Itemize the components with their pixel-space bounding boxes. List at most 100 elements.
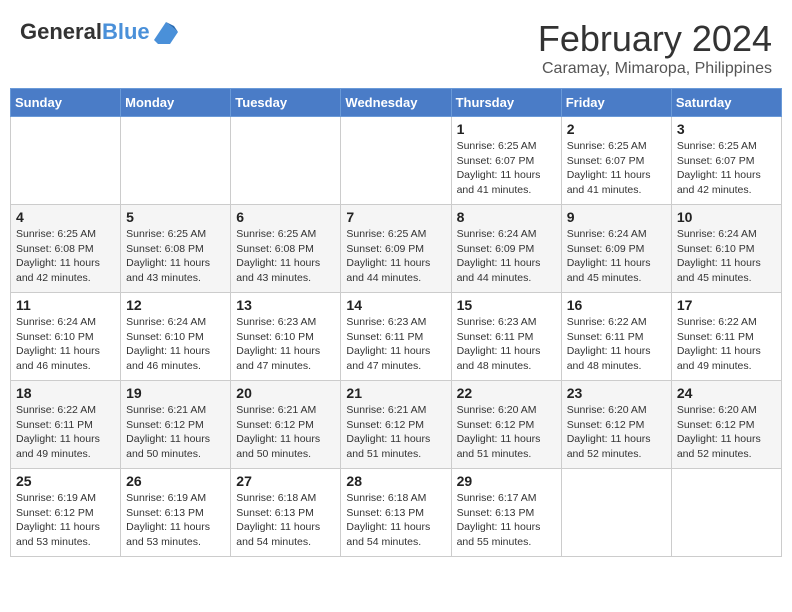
day-number: 6 [236, 209, 335, 225]
day-of-week-header: Wednesday [341, 89, 451, 117]
day-of-week-header: Sunday [11, 89, 121, 117]
day-number: 12 [126, 297, 225, 313]
day-info: Sunrise: 6:19 AM Sunset: 6:13 PM Dayligh… [126, 491, 225, 550]
page-header: GeneralBlue February 2024 Caramay, Mimar… [10, 10, 782, 82]
day-number: 13 [236, 297, 335, 313]
calendar-cell: 16Sunrise: 6:22 AM Sunset: 6:11 PM Dayli… [561, 293, 671, 381]
calendar-cell [121, 117, 231, 205]
day-info: Sunrise: 6:25 AM Sunset: 6:08 PM Dayligh… [16, 227, 115, 286]
day-info: Sunrise: 6:20 AM Sunset: 6:12 PM Dayligh… [457, 403, 556, 462]
calendar-week-row: 1 Sunrise: 6:25 AM Sunset: 6:07 PM Daylig… [11, 117, 782, 205]
calendar-cell: 20 Sunrise: 6:21 AM Sunset: 6:12 PM Dayli… [231, 381, 341, 469]
calendar-cell: 24 Sunrise: 6:20 AM Sunset: 6:12 PM Dayli… [671, 381, 781, 469]
day-number: 28 [346, 473, 445, 489]
logo-text-blue: Blue [102, 19, 150, 44]
day-of-week-header: Friday [561, 89, 671, 117]
day-number: 4 [16, 209, 115, 225]
day-info: Sunrise: 6:24 AM Sunset: 6:09 PM Dayligh… [457, 227, 556, 286]
day-number: 26 [126, 473, 225, 489]
day-number: 16 [567, 297, 666, 313]
day-number: 2 [567, 121, 666, 137]
day-info: Sunrise: 6:21 AM Sunset: 6:12 PM Dayligh… [236, 403, 335, 462]
calendar-cell: 12 Sunrise: 6:24 AM Sunset: 6:10 PM Dayli… [121, 293, 231, 381]
day-number: 22 [457, 385, 556, 401]
calendar-cell: 7 Sunrise: 6:25 AM Sunset: 6:09 PM Daylig… [341, 205, 451, 293]
day-number: 20 [236, 385, 335, 401]
day-info: Sunrise: 6:19 AM Sunset: 6:12 PM Dayligh… [16, 491, 115, 550]
day-number: 7 [346, 209, 445, 225]
calendar-table: SundayMondayTuesdayWednesdayThursdayFrid… [10, 88, 782, 557]
day-number: 19 [126, 385, 225, 401]
calendar-week-row: 4 Sunrise: 6:25 AM Sunset: 6:08 PM Daylig… [11, 205, 782, 293]
day-info: Sunrise: 6:24 AM Sunset: 6:09 PM Dayligh… [567, 227, 666, 286]
day-info: Sunrise: 6:23 AM Sunset: 6:10 PM Dayligh… [236, 315, 335, 374]
day-number: 18 [16, 385, 115, 401]
day-info: Sunrise: 6:18 AM Sunset: 6:13 PM Dayligh… [236, 491, 335, 550]
day-number: 1 [457, 121, 556, 137]
calendar-cell: 22 Sunrise: 6:20 AM Sunset: 6:12 PM Dayli… [451, 381, 561, 469]
calendar-cell: 29 Sunrise: 6:17 AM Sunset: 6:13 PM Dayli… [451, 469, 561, 557]
day-number: 29 [457, 473, 556, 489]
day-info: Sunrise: 6:24 AM Sunset: 6:10 PM Dayligh… [16, 315, 115, 374]
calendar-cell: 3 Sunrise: 6:25 AM Sunset: 6:07 PM Daylig… [671, 117, 781, 205]
calendar-cell [561, 469, 671, 557]
day-number: 5 [126, 209, 225, 225]
day-of-week-header: Monday [121, 89, 231, 117]
logo-icon [152, 18, 180, 46]
day-info: Sunrise: 6:25 AM Sunset: 6:08 PM Dayligh… [126, 227, 225, 286]
calendar-cell: 9 Sunrise: 6:24 AM Sunset: 6:09 PM Daylig… [561, 205, 671, 293]
day-info: Sunrise: 6:25 AM Sunset: 6:07 PM Dayligh… [677, 139, 776, 198]
day-info: Sunrise: 6:20 AM Sunset: 6:12 PM Dayligh… [677, 403, 776, 462]
day-number: 25 [16, 473, 115, 489]
day-number: 8 [457, 209, 556, 225]
day-number: 3 [677, 121, 776, 137]
day-number: 9 [567, 209, 666, 225]
day-info: Sunrise: 6:23 AM Sunset: 6:11 PM Dayligh… [457, 315, 556, 374]
calendar-week-row: 18 Sunrise: 6:22 AM Sunset: 6:11 PM Dayli… [11, 381, 782, 469]
logo-text-general: General [20, 19, 102, 44]
calendar-cell: 2 Sunrise: 6:25 AM Sunset: 6:07 PM Daylig… [561, 117, 671, 205]
day-info: Sunrise: 6:24 AM Sunset: 6:10 PM Dayligh… [677, 227, 776, 286]
calendar-cell [671, 469, 781, 557]
day-number: 10 [677, 209, 776, 225]
logo: GeneralBlue [20, 18, 180, 46]
calendar-cell: 21Sunrise: 6:21 AM Sunset: 6:12 PM Dayli… [341, 381, 451, 469]
day-number: 15 [457, 297, 556, 313]
calendar-week-row: 25 Sunrise: 6:19 AM Sunset: 6:12 PM Dayli… [11, 469, 782, 557]
calendar-cell: 5 Sunrise: 6:25 AM Sunset: 6:08 PM Daylig… [121, 205, 231, 293]
calendar-cell: 1Sunrise: 6:25 AM Sunset: 6:07 PM Daylig… [451, 117, 561, 205]
calendar-cell [341, 117, 451, 205]
calendar-cell: 13 Sunrise: 6:23 AM Sunset: 6:10 PM Dayli… [231, 293, 341, 381]
day-number: 11 [16, 297, 115, 313]
day-number: 14 [346, 297, 445, 313]
day-info: Sunrise: 6:22 AM Sunset: 6:11 PM Dayligh… [16, 403, 115, 462]
title-section: February 2024 Caramay, Mimaropa, Philipp… [538, 18, 772, 78]
day-info: Sunrise: 6:18 AM Sunset: 6:13 PM Dayligh… [346, 491, 445, 550]
calendar-cell: 25 Sunrise: 6:19 AM Sunset: 6:12 PM Dayli… [11, 469, 121, 557]
calendar-cell: 4 Sunrise: 6:25 AM Sunset: 6:08 PM Daylig… [11, 205, 121, 293]
day-number: 24 [677, 385, 776, 401]
day-info: Sunrise: 6:21 AM Sunset: 6:12 PM Dayligh… [346, 403, 445, 462]
day-info: Sunrise: 6:23 AM Sunset: 6:11 PM Dayligh… [346, 315, 445, 374]
day-info: Sunrise: 6:25 AM Sunset: 6:09 PM Dayligh… [346, 227, 445, 286]
calendar-cell: 10 Sunrise: 6:24 AM Sunset: 6:10 PM Dayli… [671, 205, 781, 293]
day-info: Sunrise: 6:21 AM Sunset: 6:12 PM Dayligh… [126, 403, 225, 462]
day-of-week-header: Tuesday [231, 89, 341, 117]
calendar-cell: 11 Sunrise: 6:24 AM Sunset: 6:10 PM Dayli… [11, 293, 121, 381]
day-info: Sunrise: 6:24 AM Sunset: 6:10 PM Dayligh… [126, 315, 225, 374]
day-number: 23 [567, 385, 666, 401]
calendar-cell: 28 Sunrise: 6:18 AM Sunset: 6:13 PM Dayli… [341, 469, 451, 557]
calendar-title: February 2024 [538, 18, 772, 60]
calendar-header-row: SundayMondayTuesdayWednesdayThursdayFrid… [11, 89, 782, 117]
calendar-cell: 17Sunrise: 6:22 AM Sunset: 6:11 PM Dayli… [671, 293, 781, 381]
calendar-cell: 19 Sunrise: 6:21 AM Sunset: 6:12 PM Dayli… [121, 381, 231, 469]
calendar-cell [11, 117, 121, 205]
calendar-week-row: 11 Sunrise: 6:24 AM Sunset: 6:10 PM Dayli… [11, 293, 782, 381]
calendar-cell: 14 Sunrise: 6:23 AM Sunset: 6:11 PM Dayli… [341, 293, 451, 381]
day-info: Sunrise: 6:20 AM Sunset: 6:12 PM Dayligh… [567, 403, 666, 462]
day-info: Sunrise: 6:25 AM Sunset: 6:07 PM Dayligh… [567, 139, 666, 198]
calendar-cell: 18 Sunrise: 6:22 AM Sunset: 6:11 PM Dayli… [11, 381, 121, 469]
day-info: Sunrise: 6:17 AM Sunset: 6:13 PM Dayligh… [457, 491, 556, 550]
calendar-cell: 23 Sunrise: 6:20 AM Sunset: 6:12 PM Dayli… [561, 381, 671, 469]
calendar-cell: 15 Sunrise: 6:23 AM Sunset: 6:11 PM Dayli… [451, 293, 561, 381]
